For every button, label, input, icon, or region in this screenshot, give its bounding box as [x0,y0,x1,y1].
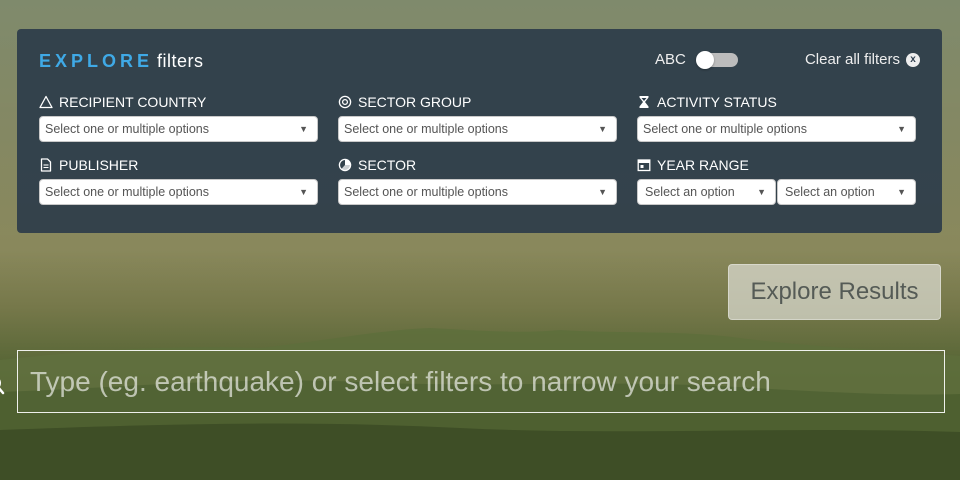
filter-label-recipient-country: RECIPIENT COUNTRY [39,94,318,110]
year-end-select[interactable]: Select an option ▼ [777,179,916,205]
search-box [17,350,945,413]
filter-sector-group: SECTOR GROUP Select one or multiple opti… [338,94,617,142]
chevron-down-icon: ▼ [757,187,766,197]
publisher-select[interactable]: Select one or multiple options ▼ [39,179,318,205]
filter-publisher: PUBLISHER Select one or multiple options… [39,157,318,205]
chevron-down-icon: ▼ [299,124,308,134]
close-icon: x [906,52,920,67]
chevron-down-icon: ▼ [299,187,308,197]
year-start-select[interactable]: Select an option ▼ [637,179,776,205]
select-placeholder: Select one or multiple options [643,122,807,136]
search-input[interactable] [18,351,944,412]
filter-label-year-range: YEAR RANGE [637,157,916,173]
filter-label-sector-group: SECTOR GROUP [338,94,617,110]
recipient-country-select[interactable]: Select one or multiple options ▼ [39,116,318,142]
select-placeholder: Select one or multiple options [45,122,209,136]
sector-select[interactable]: Select one or multiple options ▼ [338,179,617,205]
chevron-down-icon: ▼ [897,187,906,197]
sector-label: SECTOR [358,157,417,173]
calendar-icon [637,158,651,172]
year-range-label: YEAR RANGE [657,157,749,173]
panel-title: EXPLORE filters [39,51,204,71]
filter-activity-status: ACTIVITY STATUS Select one or multiple o… [637,94,916,142]
sector-group-select[interactable]: Select one or multiple options ▼ [338,116,617,142]
select-placeholder: Select one or multiple options [344,122,508,136]
target-icon [338,95,352,109]
hourglass-icon [637,95,651,109]
filter-recipient-country: RECIPIENT COUNTRY Select one or multiple… [39,94,318,142]
filter-label-sector: SECTOR [338,157,617,173]
filter-label-publisher: PUBLISHER [39,157,318,173]
sector-group-label: SECTOR GROUP [358,94,472,110]
abc-toggle-switch[interactable] [695,50,738,69]
select-placeholder: Select one or multiple options [45,185,209,199]
title-filters: filters [157,51,204,71]
filter-sector: SECTOR Select one or multiple options ▼ [338,157,617,205]
year-range-selects: Select an option ▼ Select an option ▼ [637,179,916,205]
abc-toggle-group: ABC [655,50,738,69]
title-explore: EXPLORE [39,51,154,71]
chevron-down-icon: ▼ [598,187,607,197]
clear-all-filters-label: Clear all filters [804,51,900,68]
clear-all-filters-button[interactable]: Clear all filters x [805,51,920,68]
filter-label-activity-status: ACTIVITY STATUS [637,94,916,110]
chevron-down-icon: ▼ [598,124,607,134]
activity-status-select[interactable]: Select one or multiple options ▼ [637,116,916,142]
select-placeholder: Select an option [785,185,875,199]
pie-chart-icon [338,158,352,172]
activity-status-label: ACTIVITY STATUS [657,94,777,110]
chevron-down-icon: ▼ [897,124,906,134]
triangle-icon [39,95,53,109]
recipient-country-label: RECIPIENT COUNTRY [59,94,207,110]
toggle-knob [695,50,714,69]
filter-panel: EXPLORE filters ABC Clear all filters x R… [17,29,942,233]
publisher-label: PUBLISHER [59,157,139,173]
abc-label: ABC [655,51,686,68]
select-placeholder: Select an option [645,185,735,199]
filter-year-range: YEAR RANGE Select an option ▼ Select an … [637,157,916,205]
explore-results-button[interactable]: Explore Results [728,264,941,320]
document-icon [39,158,53,172]
select-placeholder: Select one or multiple options [344,185,508,199]
search-icon [0,379,5,395]
